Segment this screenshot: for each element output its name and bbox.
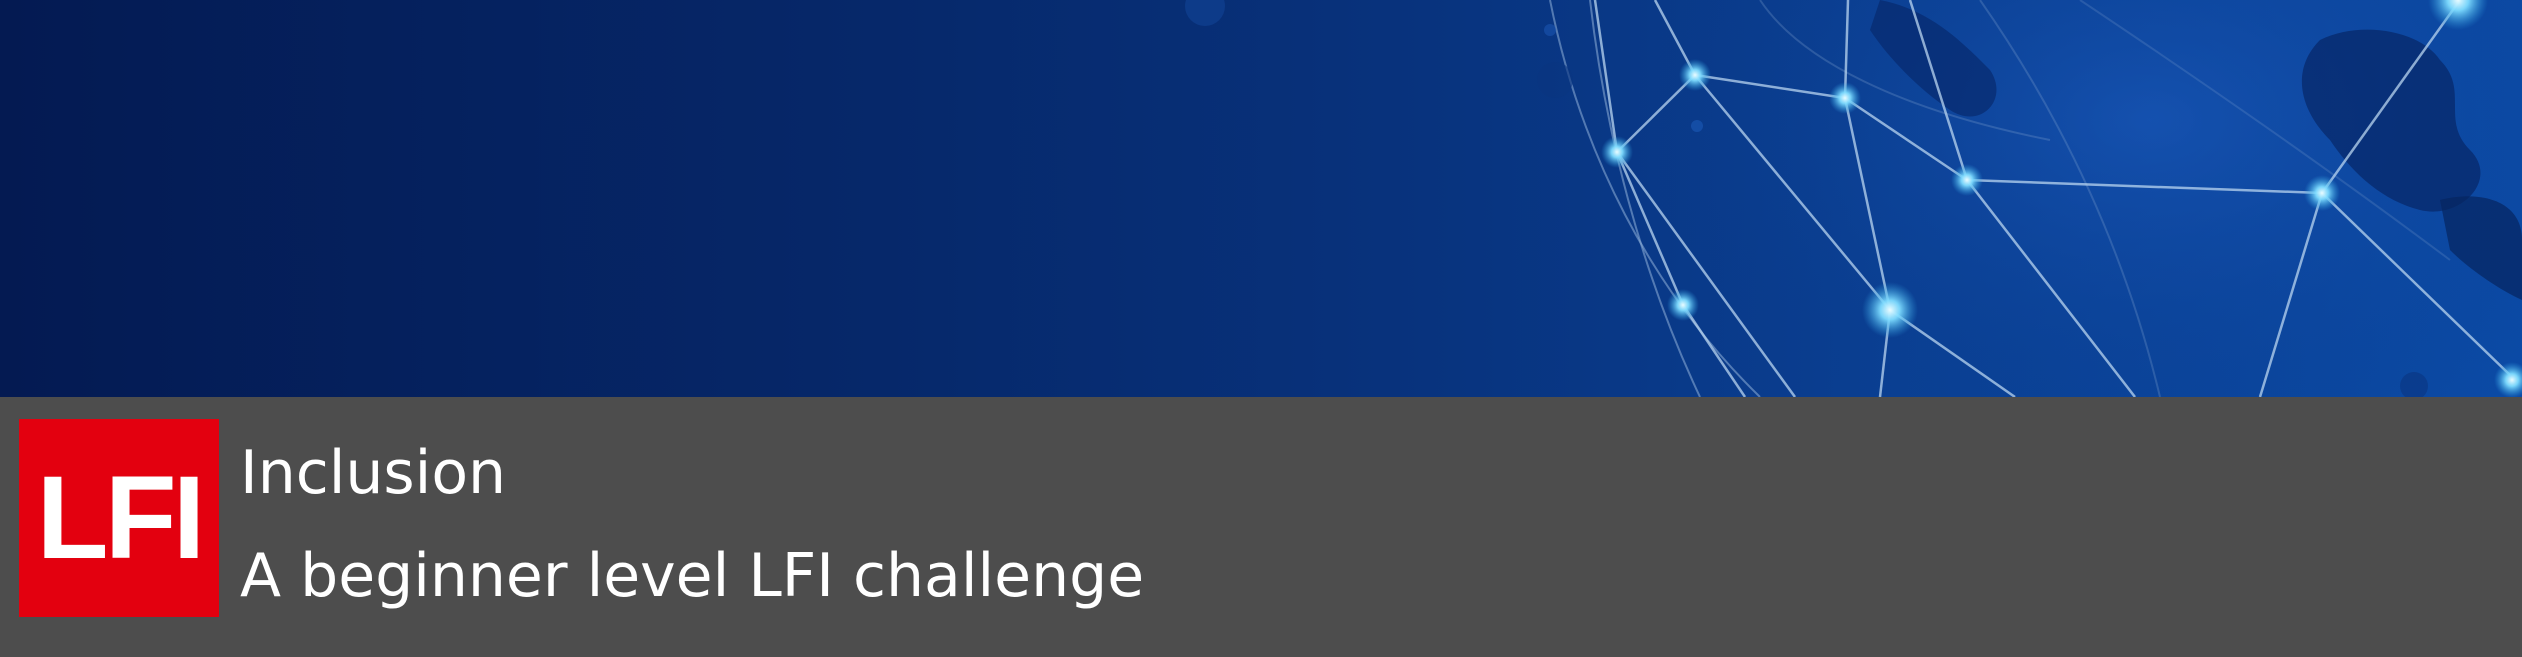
lfi-logo: LFI bbox=[19, 419, 219, 617]
network-globe-graphic bbox=[1185, 0, 2522, 397]
lfi-logo-text: LFI bbox=[36, 452, 206, 584]
challenge-info-bar: LFI Inclusion A beginner level LFI chall… bbox=[0, 397, 2522, 657]
challenge-description: A beginner level LFI challenge bbox=[240, 541, 1145, 611]
challenge-title: Inclusion bbox=[240, 438, 507, 508]
header-banner bbox=[0, 0, 2522, 397]
